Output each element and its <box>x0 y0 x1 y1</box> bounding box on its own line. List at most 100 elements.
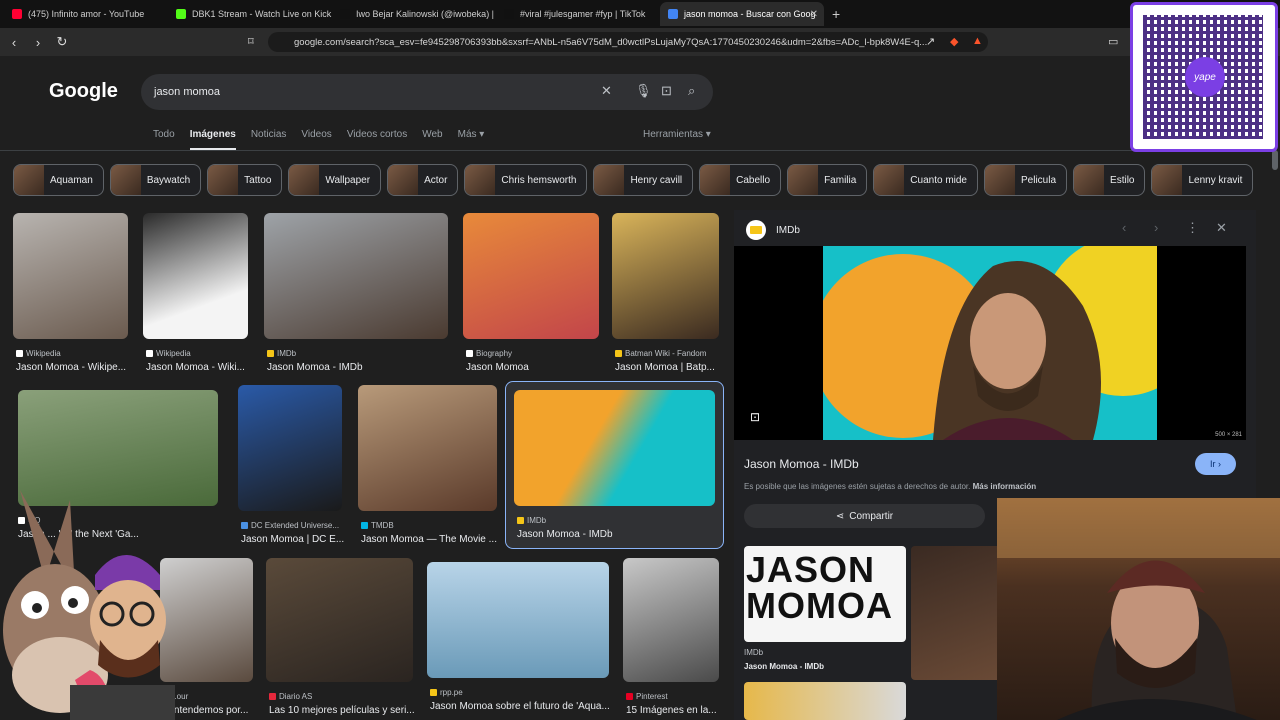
result-title[interactable]: Jason Momoa - Wikipe... <box>16 362 151 373</box>
result-title[interactable]: Jason Momoa — The Movie ... <box>361 534 520 545</box>
browser-tab[interactable]: Iwo Bejar Kalinowski (@iwobeka) | Ti <box>332 2 496 26</box>
result-thumbnail[interactable] <box>358 385 497 511</box>
scrollbar[interactable] <box>1272 150 1278 170</box>
google-logo[interactable]: Google <box>49 80 118 103</box>
result-source: Wikipedia <box>146 349 191 358</box>
tab-web[interactable]: Web <box>422 129 442 151</box>
result-title[interactable]: Jason Momoa <box>466 362 622 373</box>
result-thumbnail[interactable] <box>143 213 248 339</box>
share-button[interactable]: ⋖ Compartir <box>744 504 985 528</box>
chip-familia[interactable]: Familia <box>787 164 868 196</box>
copyright-note: Es posible que las imágenes estén sujeta… <box>744 482 1036 491</box>
chip-wallpaper[interactable]: Wallpaper <box>288 164 382 196</box>
result-thumbnail[interactable] <box>264 213 448 339</box>
refinement-chips: Aquaman Baywatch Tattoo Wallpaper Actor Chris… <box>13 164 1254 198</box>
tab-más[interactable]: Más ▾ <box>458 129 485 151</box>
address-bar[interactable]: google.com/search?sca_esv=fe945298706393… <box>268 32 988 52</box>
search-input[interactable]: jason momoa <box>154 86 220 98</box>
result-thumbnail[interactable] <box>612 213 719 339</box>
tab-title: Iwo Bejar Kalinowski (@iwobeka) | Ti <box>356 9 496 19</box>
preview-photo-art <box>823 246 1157 440</box>
back-icon[interactable]: ‹ <box>4 35 24 50</box>
result-thumbnail[interactable] <box>514 390 715 506</box>
related-source: IMDb <box>744 648 764 657</box>
new-tab-icon[interactable]: + <box>832 6 840 22</box>
browser-tab[interactable]: DBK1 Stream - Watch Live on Kick <box>168 2 332 26</box>
chip-label: Tattoo <box>244 174 272 186</box>
microphone-icon[interactable]: 🎙 <box>635 83 652 99</box>
result-source-name: DC Extended Universe... <box>251 521 340 530</box>
more-info-link[interactable]: Más información <box>973 482 1037 491</box>
brave-shield-icon[interactable]: ◆ <box>950 35 958 48</box>
clear-icon[interactable]: ✕ <box>601 83 612 99</box>
preview-image[interactable]: ⊡ 500 × 281 <box>734 246 1246 440</box>
imdb-favicon-icon <box>746 220 766 240</box>
bookmark-icon[interactable]: ⌑ <box>248 35 254 48</box>
source-favicon-icon <box>241 522 248 529</box>
chip-actor[interactable]: Actor <box>387 164 459 196</box>
chip-chris-hemsworth[interactable]: Chris hemsworth <box>464 164 588 196</box>
sidebar-icon[interactable]: ▭ <box>1108 35 1118 48</box>
result-thumbnail[interactable] <box>463 213 599 339</box>
related-image[interactable]: JASON MOMOA <box>744 546 906 642</box>
search-box[interactable]: jason momoa ✕ 🎙 ⊡ ⌕ <box>141 74 713 110</box>
result-title[interactable]: Jason Momoa - IMDb <box>517 529 738 540</box>
chip-lenny-kravit[interactable]: Lenny kravit <box>1151 164 1254 196</box>
forward-icon[interactable]: › <box>28 35 48 50</box>
browser-tab[interactable]: (475) Infinito amor - YouTube <box>4 2 168 26</box>
result-source: Biography <box>466 349 512 358</box>
share-page-icon[interactable]: ↗ <box>926 35 935 48</box>
qr-brand-logo: yape <box>1185 57 1225 97</box>
lens-search-icon[interactable]: ⊡ <box>750 410 760 424</box>
result-thumbnail[interactable] <box>266 558 413 682</box>
result-thumbnail[interactable] <box>623 558 719 682</box>
result-thumbnail[interactable] <box>238 385 342 511</box>
chip-aquaman[interactable]: Aquaman <box>13 164 104 196</box>
chip-cuanto-mide[interactable]: Cuanto mide <box>873 164 978 196</box>
chip-baywatch[interactable]: Baywatch <box>109 164 202 196</box>
result-title[interactable]: Jason Momoa sobre el futuro de 'Aqua... <box>430 701 632 712</box>
search-icon[interactable]: ⌕ <box>688 83 695 99</box>
related-image-2[interactable] <box>911 546 1001 680</box>
preview-photo[interactable] <box>823 246 1157 440</box>
tab-videos[interactable]: Videos <box>301 129 331 151</box>
chip-thumbnail <box>208 165 239 195</box>
close-tab-icon[interactable]: ✕ <box>810 9 818 20</box>
tab-noticias[interactable]: Noticias <box>251 129 287 151</box>
related-title[interactable]: Jason Momoa - IMDb <box>744 662 824 671</box>
panel-header: IMDb <box>746 220 800 240</box>
panel-site[interactable]: IMDb <box>776 225 800 236</box>
previous-icon[interactable]: ‹ <box>1122 220 1126 235</box>
close-icon[interactable]: ✕ <box>1216 220 1227 236</box>
lens-icon[interactable]: ⊡ <box>661 83 672 99</box>
tab-title: DBK1 Stream - Watch Live on Kick <box>192 9 332 19</box>
result-thumbnail[interactable] <box>13 213 128 339</box>
tab-imágenes[interactable]: Imágenes <box>189 129 236 151</box>
brave-rewards-icon[interactable]: ▲ <box>972 35 983 47</box>
result-title[interactable]: Jason Momoa | DC E... <box>241 534 371 545</box>
result-thumbnail[interactable] <box>427 562 609 678</box>
browser-tab[interactable]: jason momoa - Buscar con Goog ✕ <box>660 2 824 26</box>
visit-button[interactable]: Ir › <box>1195 453 1236 475</box>
reload-icon[interactable]: ↻ <box>52 34 72 50</box>
chip-tattoo[interactable]: Tattoo <box>207 164 283 196</box>
next-icon[interactable]: › <box>1154 220 1158 235</box>
tools-menu[interactable]: Herramientas ▾ <box>643 129 711 140</box>
more-options-icon[interactable]: ⋮ <box>1186 220 1199 236</box>
result-source-name: IMDb <box>277 349 297 358</box>
chip-henry-cavill[interactable]: Henry cavill <box>593 164 694 196</box>
result-title[interactable]: Jason Momoa - IMDb <box>267 362 471 373</box>
chip-cabello[interactable]: Cabello <box>699 164 782 196</box>
preview-title[interactable]: Jason Momoa - IMDb <box>744 457 859 471</box>
result-source-name: rpp.pe <box>440 688 463 697</box>
chip-estilo[interactable]: Estilo <box>1073 164 1146 196</box>
result-title[interactable]: Jason Momoa | Batp... <box>615 362 745 373</box>
browser-tab[interactable]: #viral #julesgamer #fyp | TikTok <box>496 2 660 26</box>
tab-videos-cortos[interactable]: Videos cortos <box>347 129 407 151</box>
related-image-3[interactable] <box>744 682 906 720</box>
result-title[interactable]: Jason Momoa - Wiki... <box>146 362 276 373</box>
chip-pelicula[interactable]: Pelicula <box>984 164 1068 196</box>
tab-todo[interactable]: Todo <box>153 129 175 151</box>
chip-label: Estilo <box>1110 174 1135 186</box>
result-title[interactable]: Las 10 mejores películas y seri... <box>269 705 436 716</box>
